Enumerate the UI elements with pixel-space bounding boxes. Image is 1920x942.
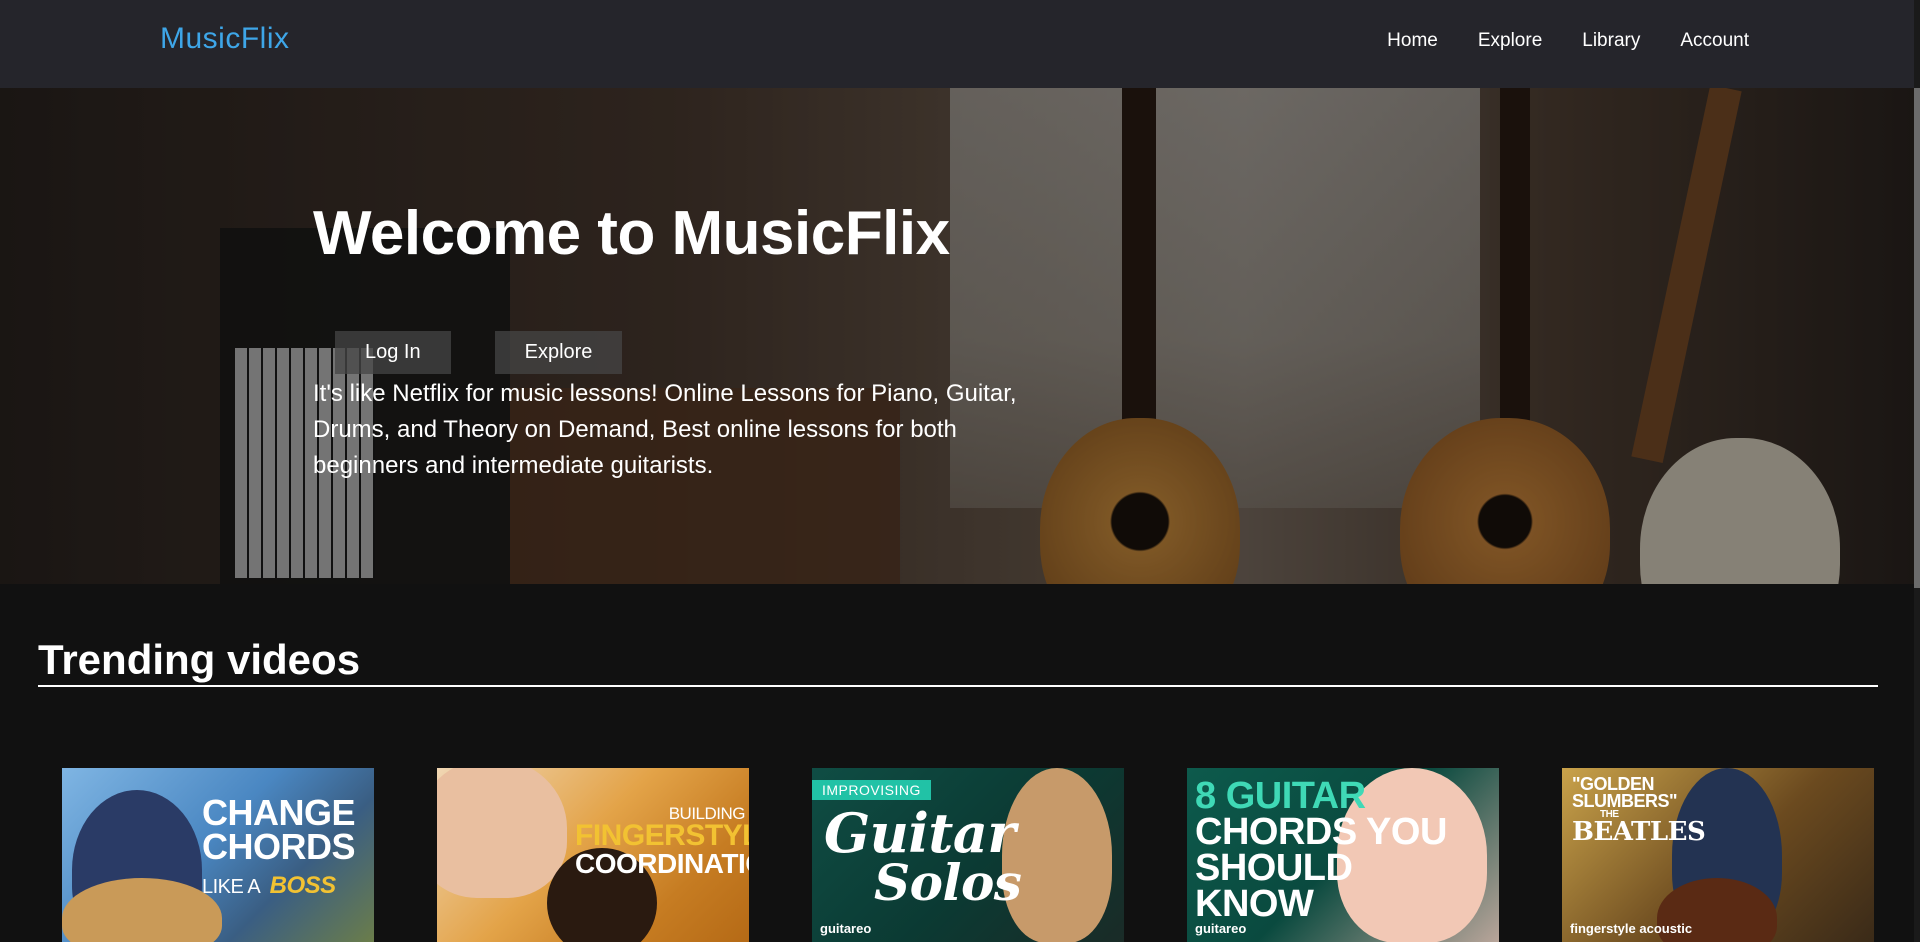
thumb-line-1: CHANGE (202, 792, 356, 833)
thumb-line-3: COORDINATION (575, 847, 749, 879)
thumbnail-title: "GOLDEN SLUMBERS" THE BEATLES (1572, 775, 1706, 847)
thumb-line-2: CHORDS (202, 826, 356, 868)
video-card-8-guitar-chords[interactable]: 8 GUITAR CHORDS YOU SHOULD KNOW guitareo (1187, 768, 1499, 942)
hero-title: Welcome to MusicFlix (313, 199, 950, 268)
thumbnail-title: BUILDING FINGERSTYLE COORDINATION (575, 805, 749, 879)
thumb-line-2: FINGERSTYLE (575, 819, 749, 853)
hero-content: Welcome to MusicFlix Log In Explore It's… (313, 198, 1033, 479)
section-divider (38, 685, 1878, 687)
thumb-line-2: SLUMBERS" (1572, 791, 1678, 812)
thumbnail-brand: guitareo (820, 921, 872, 936)
page-scrollbar[interactable] (1914, 0, 1920, 942)
thumb-line-4: BEATLES (1572, 816, 1706, 847)
thumb-line-1: 8 GUITAR (1195, 775, 1366, 817)
nav-explore[interactable]: Explore (1478, 30, 1542, 52)
thumb-line-3: SHOULD (1195, 847, 1353, 890)
thumbnail-brand: fingerstyle acoustic (1570, 921, 1693, 936)
thumb-line-2: CHORDS YOU (1195, 811, 1447, 854)
scrollbar-thumb[interactable] (1914, 88, 1920, 588)
thumb-line-1: Guitar (824, 801, 1016, 865)
thumb-line-4: BOSS (269, 872, 337, 900)
trending-section: Trending videos (38, 636, 1878, 687)
thumb-line-2: Solos (874, 853, 1022, 913)
hero-banner: Welcome to MusicFlix Log In Explore It's… (0, 88, 1914, 584)
nav-home[interactable]: Home (1387, 30, 1438, 52)
video-card-golden-slumbers[interactable]: "GOLDEN SLUMBERS" THE BEATLES fingerstyl… (1562, 768, 1874, 942)
video-card-fingerstyle[interactable]: BUILDING FINGERSTYLE COORDINATION (437, 768, 749, 942)
main-nav: Home Explore Library Account (1387, 30, 1749, 52)
section-title: Trending videos (38, 636, 361, 683)
explore-button[interactable]: Explore (494, 331, 623, 374)
thumbnail-tag: IMPROVISING (812, 780, 931, 800)
hero-overlay (0, 88, 1914, 584)
video-card-guitar-solos[interactable]: IMPROVISING Guitar Solos guitareo (812, 768, 1124, 942)
video-card-change-chords[interactable]: CHANGE CHORDS LIKE A BOSS (62, 768, 374, 942)
thumbnail-title: Guitar Solos (824, 801, 1022, 913)
trending-videos-row: CHANGE CHORDS LIKE A BOSS BUILDING FINGE… (62, 768, 1882, 942)
nav-account[interactable]: Account (1680, 30, 1749, 52)
thumb-line-3: LIKE A (202, 876, 261, 899)
nav-library[interactable]: Library (1582, 30, 1640, 52)
thumbnail-title: CHANGE CHORDS LIKE A BOSS (202, 792, 356, 900)
login-button[interactable]: Log In (335, 331, 451, 374)
hero-buttons: Log In Explore (335, 331, 623, 374)
thumbnail-title: 8 GUITAR CHORDS YOU SHOULD KNOW (1195, 775, 1447, 926)
thumb-line-4: KNOW (1195, 883, 1314, 926)
brand-logo[interactable]: MusicFlix (160, 22, 290, 56)
hero-description: It's like Netflix for music lessons! Onl… (313, 380, 1017, 479)
thumbnail-brand: guitareo (1195, 921, 1247, 936)
thumbnail-hand (437, 768, 567, 898)
top-navbar: MusicFlix Home Explore Library Account (0, 0, 1914, 88)
